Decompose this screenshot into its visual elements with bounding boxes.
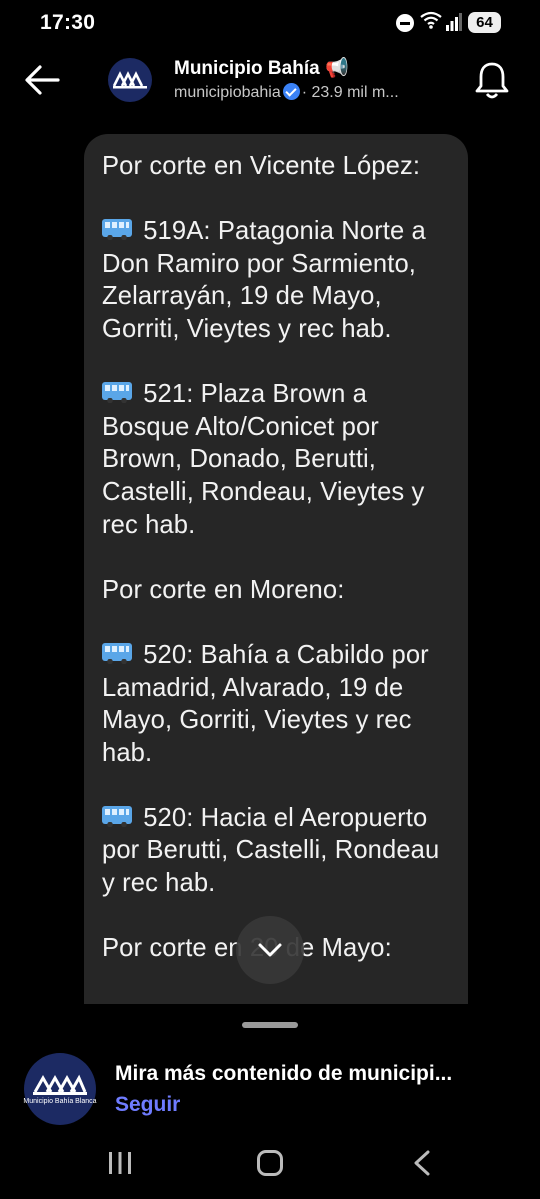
status-bar: 17:30 64: [0, 0, 540, 44]
status-time: 17:30: [40, 11, 96, 34]
back-arrow-icon[interactable]: [22, 62, 62, 98]
profile-handle: municipiobahia: [174, 84, 281, 101]
home-icon[interactable]: [257, 1150, 283, 1176]
bell-icon[interactable]: [474, 60, 510, 100]
nav-back-icon[interactable]: [410, 1150, 434, 1176]
bus-icon: [102, 219, 132, 241]
message-text: Por corte en Vicente López: 519A: Patago…: [102, 150, 450, 965]
signal-icon: [446, 13, 462, 31]
profile-avatar[interactable]: [108, 58, 152, 102]
verified-badge-icon: [282, 83, 300, 100]
follow-button[interactable]: Seguir: [115, 1093, 180, 1117]
message-paragraph: 520: Bahía a Cabildo por Lamadrid, Alvar…: [102, 640, 429, 767]
battery-icon: 64: [468, 12, 501, 33]
message-paragraph: Por corte en Moreno:: [102, 575, 345, 604]
profile-handle-line: municipiobahia · 23.9 mil m...: [174, 83, 444, 102]
chat-header: Municipio Bahía 📢 municipiobahia · 23.9 m…: [0, 44, 540, 120]
followers-count: · 23.9 mil m...: [301, 84, 399, 101]
profile-name[interactable]: Municipio Bahía 📢: [174, 56, 349, 80]
bus-icon: [102, 642, 132, 664]
wifi-icon: [420, 10, 442, 35]
message-paragraph: 519A: Patagonia Norte a Don Ramiro por S…: [102, 217, 426, 343]
municipio-logo-icon: [33, 1074, 87, 1095]
message-paragraph: 521: Plaza Brown a Bosque Alto/Conicet p…: [102, 380, 425, 539]
logo-caption: Municipio Bahía Blanca: [23, 1097, 97, 1105]
scroll-down-button[interactable]: [236, 916, 304, 984]
bus-icon: [102, 805, 132, 827]
bus-icon: [102, 382, 132, 404]
sheet-drag-handle[interactable]: [242, 1022, 298, 1028]
message-paragraph: 520: Hacia el Aeropuerto por Berutti, Ca…: [102, 803, 440, 898]
recents-icon[interactable]: [107, 1152, 133, 1174]
chevron-down-icon: [258, 943, 282, 957]
profile-avatar-large[interactable]: Municipio Bahía Blanca: [23, 1053, 97, 1125]
municipio-logo-icon: [112, 71, 147, 89]
message-bubble: Por corte en Vicente López: 519A: Patago…: [84, 134, 468, 1004]
see-more-text[interactable]: Mira más contenido de municipi...: [115, 1062, 500, 1086]
message-paragraph: Por corte en Vicente López:: [102, 152, 421, 180]
system-nav-bar: [0, 1132, 540, 1199]
dnd-icon: [396, 14, 414, 32]
follow-card: Municipio Bahía Blanca Mira más contenid…: [0, 1040, 540, 1132]
